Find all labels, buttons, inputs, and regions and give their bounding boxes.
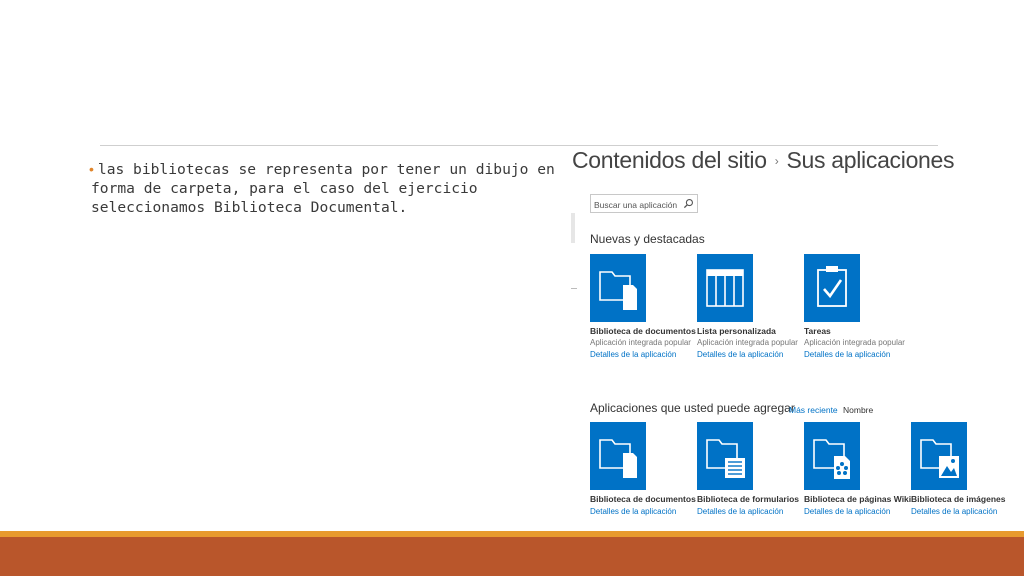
app-title[interactable]: Biblioteca de imágenes — [911, 494, 1023, 504]
app-tile-tasks[interactable]: Tareas Aplicación integrada popular Deta… — [804, 254, 916, 359]
app-details-link[interactable]: Detalles de la aplicación — [697, 507, 809, 516]
tasks-icon[interactable] — [804, 254, 860, 322]
app-title[interactable]: Tareas — [804, 326, 916, 336]
app-title[interactable]: Biblioteca de páginas Wiki — [804, 494, 916, 504]
custom-list-icon[interactable] — [697, 254, 753, 322]
app-details-link[interactable]: Detalles de la aplicación — [590, 350, 702, 359]
app-tile-document-library[interactable]: Biblioteca de documentos Aplicación inte… — [590, 254, 702, 359]
wiki-page-library-icon[interactable] — [804, 422, 860, 490]
document-library-icon[interactable] — [590, 422, 646, 490]
search-icon[interactable] — [683, 198, 694, 209]
section-title-featured: Nuevas y destacadas — [590, 232, 705, 246]
app-title[interactable]: Lista personalizada — [697, 326, 809, 336]
page-title: Sus aplicaciones — [786, 147, 955, 173]
picture-library-icon[interactable] — [911, 422, 967, 490]
app-tile-form-library[interactable]: Biblioteca de formularios Detalles de la… — [697, 422, 809, 516]
sort-recent-link[interactable]: Más reciente — [789, 405, 838, 415]
app-title[interactable]: Biblioteca de documentos — [590, 494, 702, 504]
breadcrumb-parent-link[interactable]: Contenidos del sitio — [572, 147, 767, 173]
app-subtitle: Aplicación integrada popular — [590, 338, 691, 347]
app-details-link[interactable]: Detalles de la aplicación — [590, 507, 702, 516]
chevron-right-icon: › — [774, 154, 779, 168]
app-title[interactable]: Biblioteca de formularios — [697, 494, 809, 504]
sort-name-link[interactable]: Nombre — [843, 405, 873, 415]
document-library-icon[interactable] — [590, 254, 646, 322]
search-input[interactable] — [591, 196, 682, 214]
app-details-link[interactable]: Detalles de la aplicación — [911, 507, 1023, 516]
bullet-paragraph: • las bibliotecas se representa por tener… — [89, 160, 561, 217]
breadcrumb: Contenidos del sitio › Sus aplicaciones — [572, 147, 955, 174]
app-subtitle: Aplicación integrada popular — [697, 338, 798, 347]
divider — [571, 288, 577, 289]
section-title-addable: Aplicaciones que usted puede agregar — [590, 401, 795, 415]
app-tile-wiki-page-library[interactable]: Biblioteca de páginas Wiki Detalles de l… — [804, 422, 916, 516]
app-details-link[interactable]: Detalles de la aplicación — [697, 350, 809, 359]
app-details-link[interactable]: Detalles de la aplicación — [804, 350, 916, 359]
app-tile-document-library[interactable]: Biblioteca de documentos Detalles de la … — [590, 422, 702, 516]
form-library-icon[interactable] — [697, 422, 753, 490]
bullet-icon: • — [89, 161, 94, 177]
app-tile-custom-list[interactable]: Lista personalizada Aplicación integrada… — [697, 254, 809, 359]
app-subtitle: Aplicación integrada popular — [804, 338, 905, 347]
scrollbar[interactable] — [571, 213, 575, 243]
bullet-text: las bibliotecas se representa por tener … — [91, 161, 555, 216]
footer-band — [0, 537, 1024, 576]
app-details-link[interactable]: Detalles de la aplicación — [804, 507, 916, 516]
app-search-box — [590, 194, 698, 214]
app-tile-picture-library[interactable]: Biblioteca de imágenes Detalles de la ap… — [911, 422, 1023, 516]
app-title[interactable]: Biblioteca de documentos — [590, 326, 702, 336]
